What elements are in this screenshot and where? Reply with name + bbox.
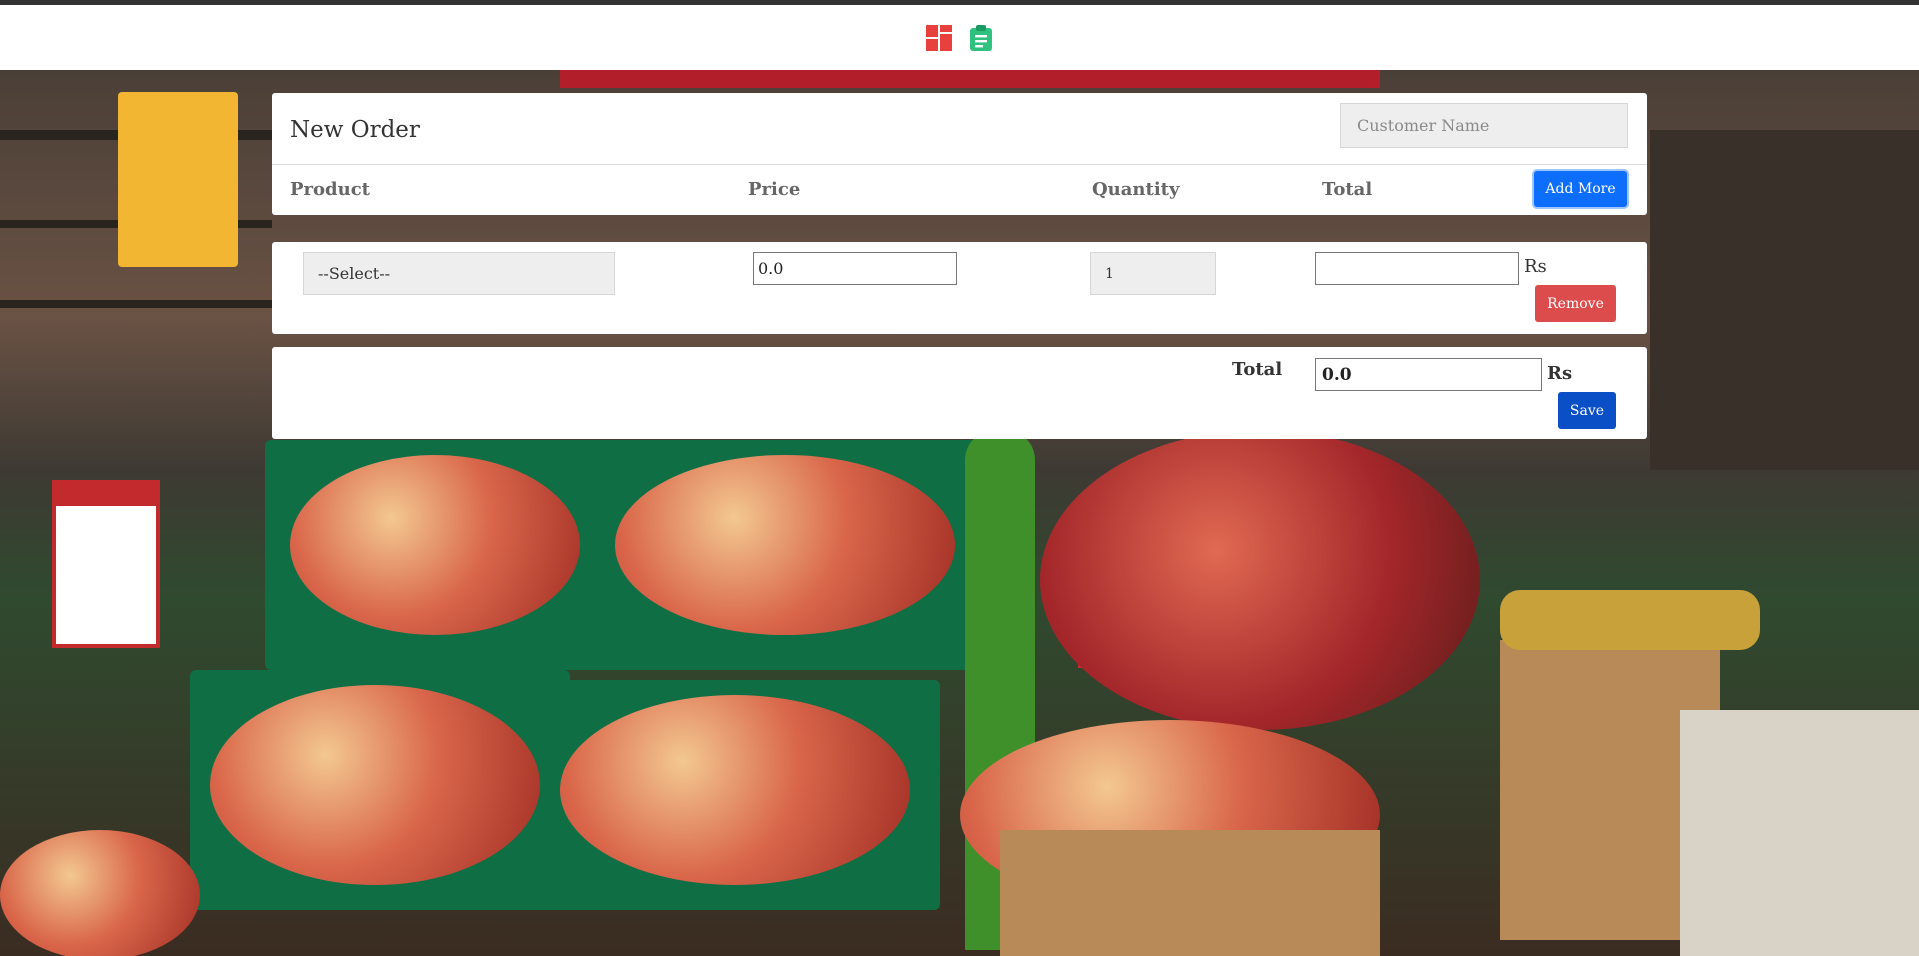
clipboard-icon[interactable]	[967, 24, 995, 52]
grand-total-label: Total	[1232, 359, 1283, 380]
column-header-price: Price	[748, 179, 801, 200]
column-header-total: Total	[1322, 179, 1373, 200]
column-header-product: Product	[290, 179, 370, 200]
add-more-button[interactable]: Add More	[1534, 171, 1627, 207]
navbar	[0, 5, 1919, 70]
order-header-top: New Order	[272, 93, 1647, 165]
product-select[interactable]: --Select--	[303, 252, 615, 295]
order-header-card: New Order Product Price Quantity Total A…	[272, 93, 1647, 215]
save-button[interactable]: Save	[1558, 392, 1616, 429]
price-input[interactable]	[753, 252, 957, 285]
total-currency-label: Rs	[1547, 363, 1573, 384]
line-total-input[interactable]	[1315, 252, 1519, 285]
grand-total-input[interactable]	[1315, 358, 1542, 391]
line-currency-label: Rs	[1524, 256, 1547, 277]
order-total-card: Total Rs Save	[272, 347, 1647, 439]
quantity-input[interactable]	[1090, 252, 1216, 295]
order-line-item: --Select-- Rs Remove	[272, 242, 1647, 334]
remove-button[interactable]: Remove	[1535, 285, 1616, 322]
dashboard-icon[interactable]	[925, 24, 953, 52]
customer-name-input[interactable]	[1340, 103, 1628, 148]
page-title: New Order	[290, 117, 420, 143]
column-header-quantity: Quantity	[1092, 179, 1180, 200]
